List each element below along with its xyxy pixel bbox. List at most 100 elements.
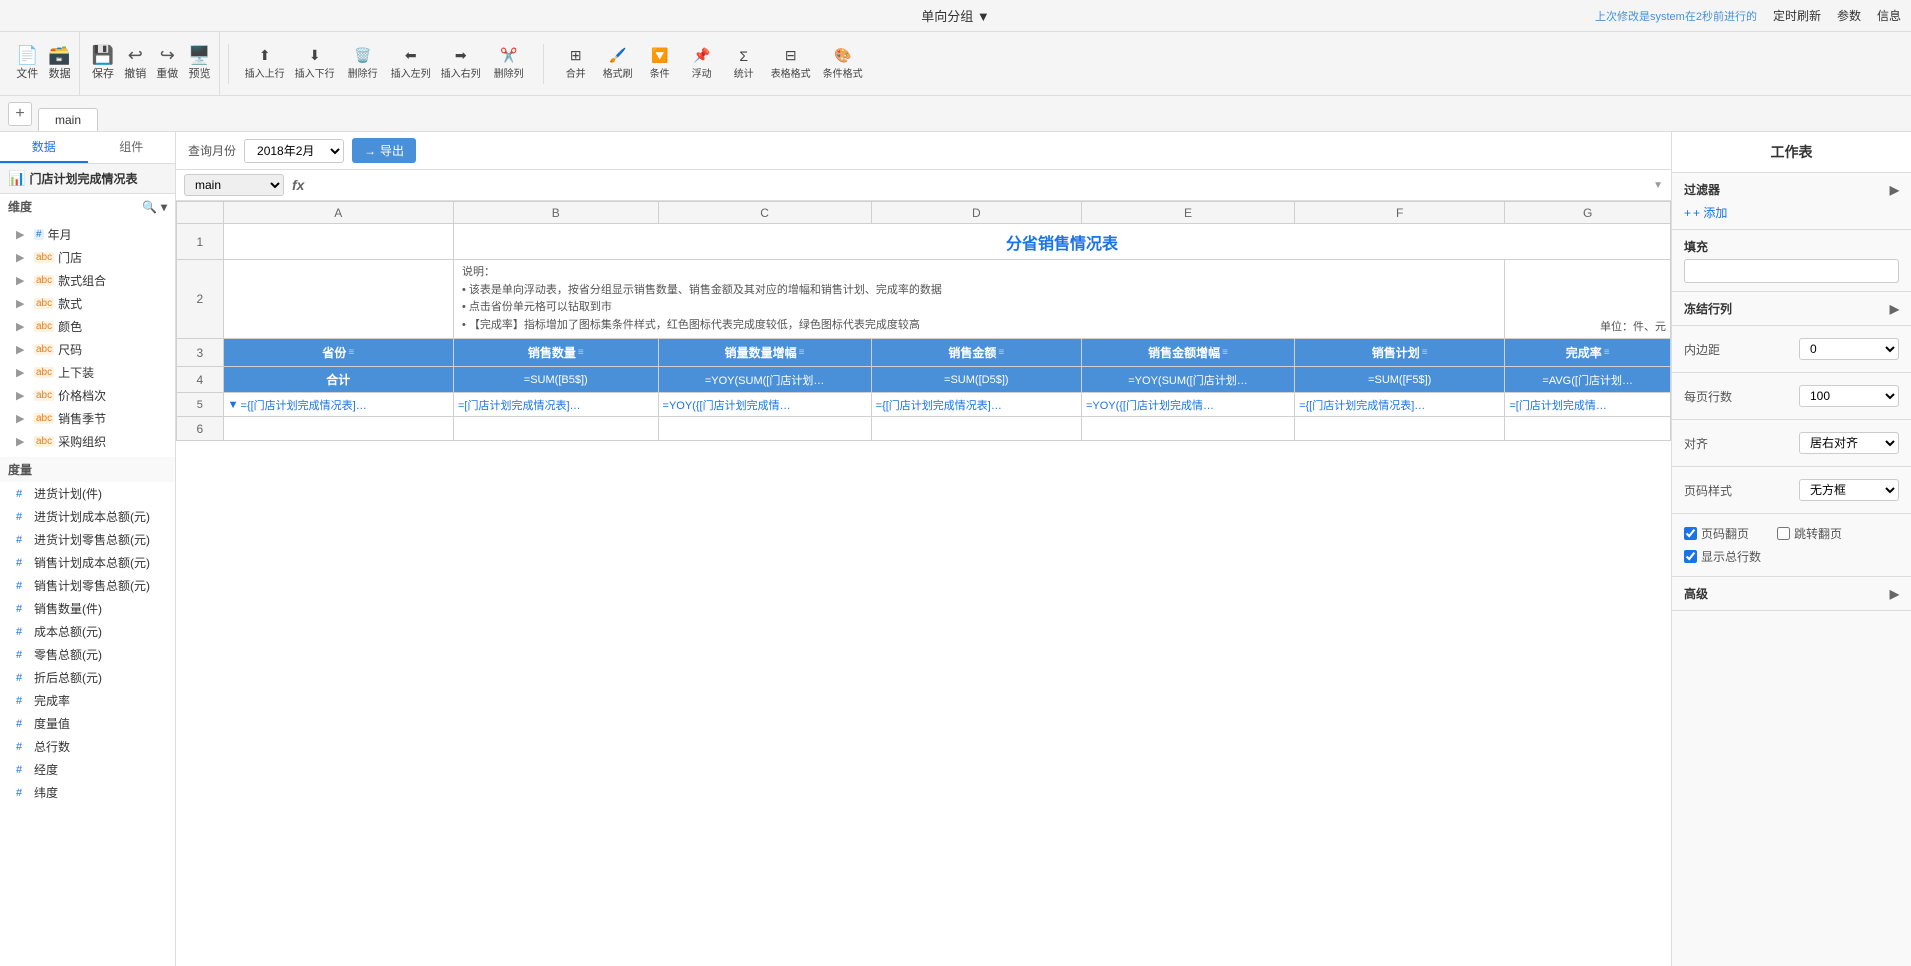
merge-button[interactable]: ⊞ 合并 <box>556 45 596 82</box>
header-sale-amount[interactable]: 销售金额≡ <box>871 339 1081 367</box>
spreadsheet-container[interactable]: A B C D E F G 1 分省销售情况表 <box>176 201 1671 966</box>
show-total-checkbox[interactable] <box>1684 550 1697 563</box>
sidebar-item-color[interactable]: ▶ abc 颜色 <box>0 315 175 338</box>
formula-input[interactable] <box>312 178 1645 192</box>
total-sale-amount-cell[interactable]: =SUM([D5$]) <box>871 367 1081 393</box>
insert-below-button[interactable]: ⬇ 插入下行 <box>291 45 339 82</box>
sidebar-item-purchase-org[interactable]: ▶ abc 采购组织 <box>0 430 175 453</box>
month-select[interactable]: 2018年2月 <box>244 139 344 163</box>
align-select[interactable]: 居右对齐 <box>1799 432 1899 454</box>
data-province-cell[interactable]: ▼ ={[门店计划完成情况表]… <box>223 393 453 417</box>
info-btn[interactable]: 信息 <box>1877 7 1901 24</box>
fill-input[interactable] <box>1684 259 1899 283</box>
search-icon[interactable]: 🔍 <box>142 200 157 214</box>
sidebar-item-sale-season[interactable]: ▶ abc 销售季节 <box>0 407 175 430</box>
data-sale-amount-growth-cell[interactable]: =YOY({[门店计划完成情… <box>1081 393 1294 417</box>
total-sale-amount-growth-cell[interactable]: =YOY(SUM([门店计划… <box>1081 367 1294 393</box>
main-tab[interactable]: main <box>38 108 98 131</box>
show-pagination-label[interactable]: 页码翻页 <box>1701 525 1749 542</box>
show-total-label[interactable]: 显示总行数 <box>1701 548 1761 565</box>
header-sale-amount-growth[interactable]: 销售金额增幅≡ <box>1081 339 1294 367</box>
stats-button[interactable]: Σ 统计 <box>724 46 764 82</box>
rows-per-page-select[interactable]: 100 <box>1799 385 1899 407</box>
sidebar-item-yearmonth[interactable]: ▶ # 年月 <box>0 223 175 246</box>
data-tab[interactable]: 数据 <box>0 132 88 163</box>
data-completion-rate-cell[interactable]: =[门店计划完成情… <box>1505 393 1671 417</box>
hash-icon: # <box>16 764 30 776</box>
advanced-section-header[interactable]: 高级 ▶ <box>1684 585 1899 602</box>
header-sale-qty[interactable]: 销售数量≡ <box>453 339 658 367</box>
data-sale-qty-cell[interactable]: =[门店计划完成情况表]… <box>453 393 658 417</box>
total-completion-rate-cell[interactable]: =AVG([门店计划… <box>1505 367 1671 393</box>
sidebar-item-discount-total[interactable]: # 折后总额(元) <box>0 666 175 689</box>
sidebar-item-style-combo[interactable]: ▶ abc 款式组合 <box>0 269 175 292</box>
sidebar-item-sale-pieces[interactable]: # 销售数量(件) <box>0 597 175 620</box>
sidebar-item-measure-value[interactable]: # 度量值 <box>0 712 175 735</box>
table-format-button[interactable]: ⊟ 表格格式 <box>766 45 816 82</box>
export-button[interactable]: → 导出 <box>352 138 416 163</box>
show-pagination-checkbox[interactable] <box>1684 527 1697 540</box>
header-sale-plan[interactable]: 销售计划≡ <box>1295 339 1505 367</box>
data-button[interactable]: 🗃️ 数据 <box>44 44 74 83</box>
cond-format-button[interactable]: 🎨 条件格式 <box>818 45 868 82</box>
sidebar-item-cost-total[interactable]: # 成本总额(元) <box>0 620 175 643</box>
data-sale-amount-cell[interactable]: ={[门店计划完成情况表]… <box>871 393 1081 417</box>
cell-ref-select[interactable]: main <box>184 174 284 196</box>
sidebar-item-longitude[interactable]: # 经度 <box>0 758 175 781</box>
undo-button[interactable]: ↩ 撤销 <box>120 44 150 83</box>
redo-button[interactable]: ↪ 重做 <box>152 44 182 83</box>
sidebar-item-sale-plan-cost[interactable]: # 销售计划成本总额(元) <box>0 551 175 574</box>
sidebar-item-purchase-plan[interactable]: # 进货计划(件) <box>0 482 175 505</box>
delete-row-button[interactable]: 🗑️ 删除行 <box>341 45 385 82</box>
header-province[interactable]: 省份≡ <box>223 339 453 367</box>
sidebar-item-completion-rate[interactable]: # 完成率 <box>0 689 175 712</box>
sidebar-item-purchase-plan-cost[interactable]: # 进货计划成本总额(元) <box>0 505 175 528</box>
filter-label: 过滤器 <box>1684 181 1720 198</box>
sidebar-item-retail-total[interactable]: # 零售总额(元) <box>0 643 175 666</box>
data-sale-plan-cell[interactable]: ={[门店计划完成情况表]… <box>1295 393 1505 417</box>
args-btn[interactable]: 参数 <box>1837 7 1861 24</box>
condition-button[interactable]: 🔽 条件 <box>640 45 680 82</box>
sidebar-item-size[interactable]: ▶ abc 尺码 <box>0 338 175 361</box>
jump-pagination-checkbox[interactable] <box>1777 527 1790 540</box>
preview-button[interactable]: 🖥️ 预览 <box>184 44 214 83</box>
jump-pagination-label[interactable]: 跳转翻页 <box>1794 525 1842 542</box>
add-tab-button[interactable]: + <box>8 102 32 126</box>
sidebar-item-store[interactable]: ▶ abc 门店 <box>0 246 175 269</box>
float-button[interactable]: 📌 浮动 <box>682 45 722 82</box>
save-button[interactable]: 💾 保存 <box>88 44 118 83</box>
component-tab[interactable]: 组件 <box>88 132 176 163</box>
total-label-cell[interactable]: 合计 <box>223 367 453 393</box>
sidebar-item-purchase-plan-retail[interactable]: # 进货计划零售总额(元) <box>0 528 175 551</box>
sidebar-item-style[interactable]: ▶ abc 款式 <box>0 292 175 315</box>
sidebar-item-upper-lower[interactable]: ▶ abc 上下装 <box>0 361 175 384</box>
formula-dropdown-icon[interactable]: ▼ <box>1653 180 1663 191</box>
padding-select[interactable]: 0 <box>1799 338 1899 360</box>
format-brush-button[interactable]: 🖌️ 格式刷 <box>598 45 638 82</box>
total-sale-qty-cell[interactable]: =SUM([B5$]) <box>453 367 658 393</box>
header-completion-rate[interactable]: 完成率≡ <box>1505 339 1671 367</box>
expand-icon[interactable]: ▾ <box>161 200 167 214</box>
item-label: 销售数量(件) <box>34 600 102 617</box>
sidebar-item-latitude[interactable]: # 纬度 <box>0 781 175 804</box>
page-style-select[interactable]: 无方框 <box>1799 479 1899 501</box>
insert-right-button[interactable]: ➡ 插入右列 <box>437 45 485 82</box>
total-sale-qty-growth-cell[interactable]: =YOY(SUM([门店计划… <box>658 367 871 393</box>
freeze-section-header[interactable]: 冻结行列 ▶ <box>1684 300 1899 317</box>
total-sale-plan-cell[interactable]: =SUM([F5$]) <box>1295 367 1505 393</box>
sidebar-item-total-rows[interactable]: # 总行数 <box>0 735 175 758</box>
header-sale-qty-growth[interactable]: 销量数量增幅≡ <box>658 339 871 367</box>
filter-section-header[interactable]: 过滤器 ▶ <box>1684 181 1899 198</box>
insert-left-button[interactable]: ⬅ 插入左列 <box>387 45 435 82</box>
sidebar-item-sale-plan-retail[interactable]: # 销售计划零售总额(元) <box>0 574 175 597</box>
fill-section-header[interactable]: 填充 <box>1684 238 1899 255</box>
delete-col-button[interactable]: ✂️ 删除列 <box>487 45 531 82</box>
timer-refresh-btn[interactable]: 定时刷新 <box>1773 7 1821 24</box>
data-sale-qty-growth-cell[interactable]: =YOY({[门店计划完成情… <box>658 393 871 417</box>
table-title-cell[interactable]: 分省销售情况表 <box>453 224 1670 260</box>
add-filter-button[interactable]: + + 添加 <box>1684 204 1899 221</box>
file-button[interactable]: 📄 文件 <box>12 44 42 83</box>
sidebar-item-price-level[interactable]: ▶ abc 价格档次 <box>0 384 175 407</box>
insert-above-button[interactable]: ⬆ 插入上行 <box>241 45 289 82</box>
expand-row-icon[interactable]: ▼ <box>228 399 239 411</box>
